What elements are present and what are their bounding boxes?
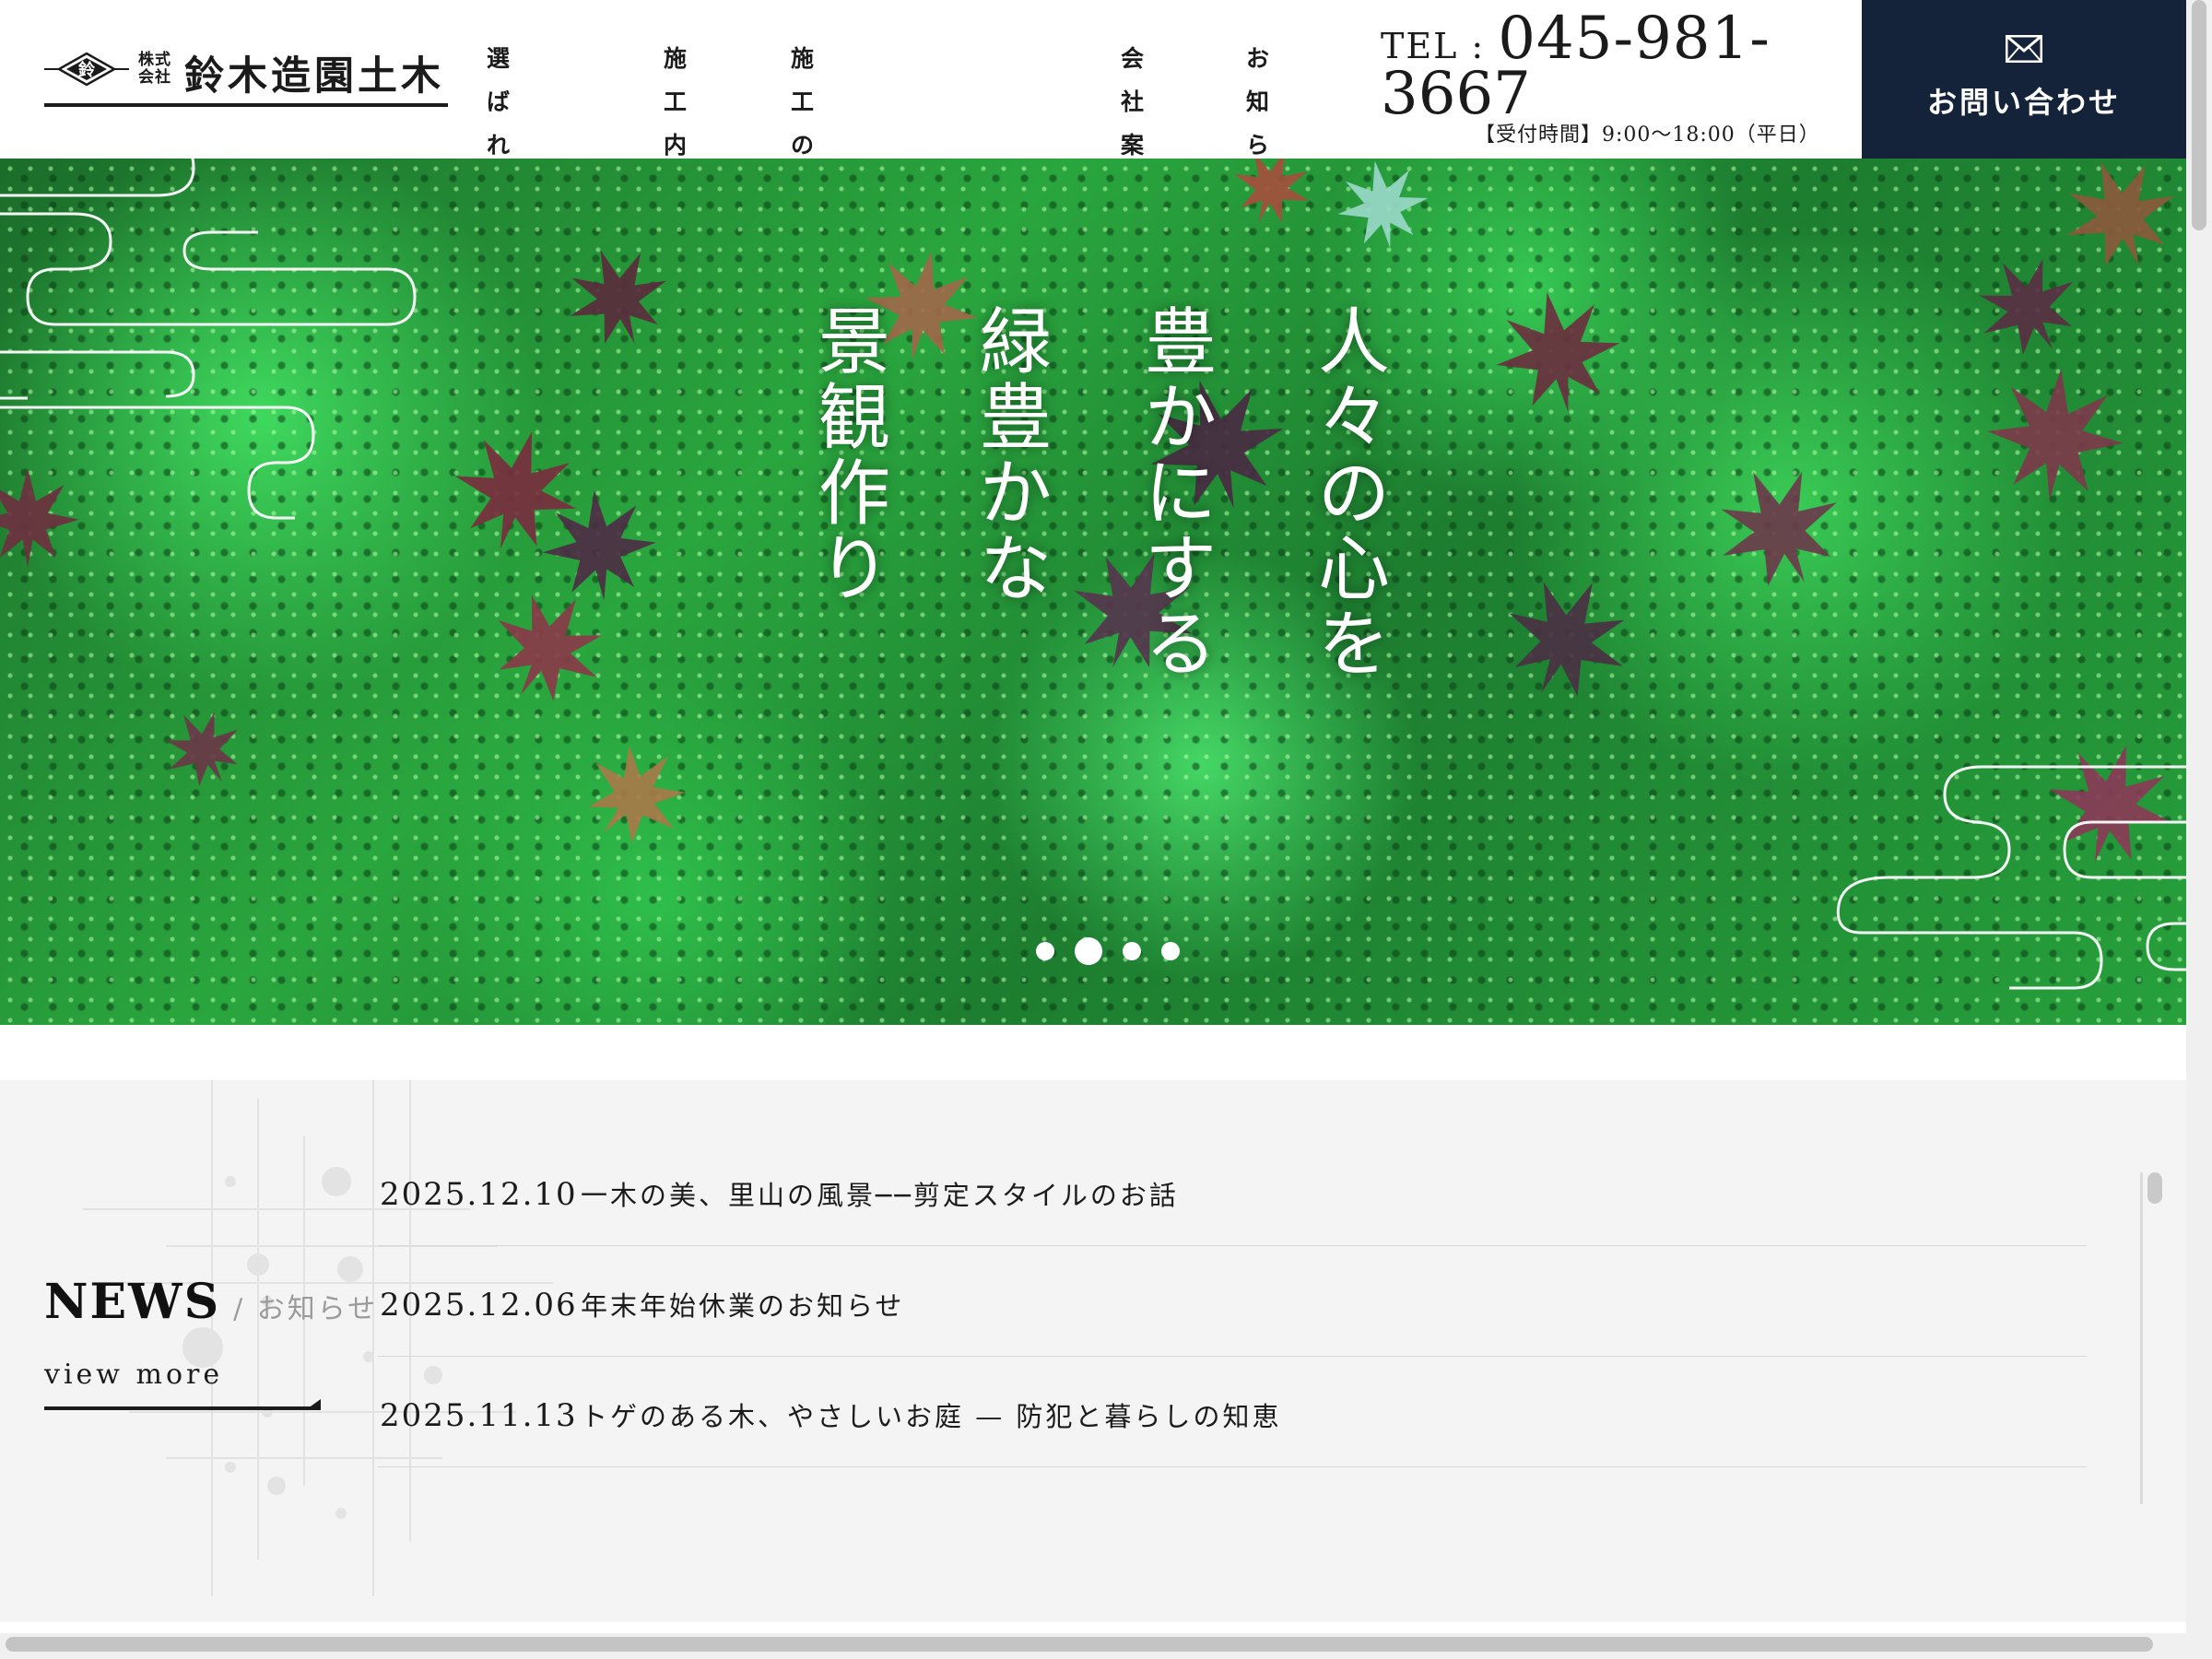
- maple-leaf: [2047, 159, 2186, 286]
- hero-copy-glyph: 緑: [979, 301, 1052, 384]
- nav-label-line1: 会社案: [1121, 45, 1147, 159]
- hero-copy-glyph: す: [1144, 527, 1217, 611]
- news-item-title: トゲのある木、やさしいお庭 — 防犯と暮らしの知恵: [581, 1401, 1282, 1432]
- news-item-title: 一木の美、里山の風景──剪定スタイルのお話: [581, 1180, 1179, 1211]
- tel-number-part1: 045-981-: [1498, 5, 1771, 73]
- hero-copy-col-4: 景観作り: [804, 301, 905, 611]
- slider-dot[interactable]: [1036, 942, 1054, 960]
- maple-leaf: [1958, 237, 2098, 375]
- arrow-tip-icon: [308, 1399, 321, 1408]
- slider-dot-active[interactable]: [1075, 937, 1102, 965]
- news-item[interactable]: 2025.11.13 トゲのある木、やさしいお庭 — 防犯と暮らしの知恵: [378, 1357, 2087, 1467]
- slider-pagination: [1029, 933, 1180, 970]
- news-date: 2025.12.06: [380, 1287, 578, 1324]
- logo-corp-line2: 会社: [138, 68, 171, 87]
- news-item-title: 年末年始休業のお知らせ: [581, 1290, 905, 1322]
- hero-copy-col-3: 緑豊かな: [965, 301, 1066, 611]
- news-date: 2025.12.10: [380, 1176, 578, 1213]
- hero-copy-glyph: る: [1144, 603, 1217, 687]
- mail-icon: [2006, 35, 2042, 63]
- news-heading: NEWS: [44, 1274, 221, 1330]
- maple-leaf: [2034, 728, 2186, 879]
- news-item[interactable]: 2025.12.06 年末年始休業のお知らせ: [378, 1246, 2087, 1357]
- maple-leaf: [1696, 445, 1862, 609]
- news-scroll-track: [2140, 1172, 2143, 1504]
- hero-copy-col-1: 人々の心を: [1303, 301, 1405, 687]
- hero-copy-glyph: り: [818, 527, 890, 611]
- maple-leaf: [1485, 281, 1630, 423]
- hero-copy-glyph: 豊: [1144, 301, 1217, 384]
- hero-copy-glyph: に: [1144, 452, 1217, 535]
- logo-corp-line1: 株式: [138, 51, 171, 69]
- tel-hours: 【受付時間】9:00〜18:00（平日）: [1475, 124, 1820, 147]
- maple-leaf: [564, 723, 708, 866]
- tel-number-part2: 3667: [1381, 60, 1531, 128]
- view-more-link[interactable]: view more: [44, 1359, 223, 1391]
- news-item[interactable]: 2025.12.10 一木の美、里山の風景──剪定スタイルのお話: [378, 1135, 2087, 1246]
- maple-leaf: [1220, 159, 1324, 237]
- page-vertical-scrollbar[interactable]: [2186, 0, 2212, 1659]
- maple-leaf: [1329, 159, 1436, 256]
- contact-button-label: お問い合わせ: [1926, 85, 2121, 120]
- maple-leaf: [440, 415, 593, 566]
- news-section: NEWS / お知らせ view more 2025.12.10 一木の美、里山の…: [0, 1080, 2186, 1622]
- hero-copy-col-2: 豊かにする: [1130, 301, 1231, 687]
- logo-corp-type: 株式 会社: [138, 52, 175, 87]
- hero-slideshow: 人々の心を 豊かにする 緑豊かな 景観作り: [0, 159, 2186, 1025]
- nav-label-line1: お知ら: [1246, 45, 1273, 159]
- hero-copy-glyph: 々: [1317, 376, 1390, 460]
- hero-copy-glyph: 観: [818, 376, 890, 460]
- logo-underline: [44, 103, 448, 107]
- contact-button[interactable]: お問い合わせ: [1862, 0, 2186, 159]
- hero-copy-glyph: 豊: [979, 376, 1052, 460]
- site-header: 鈴 株式 会社 鈴木造園土木 選ばれる理 由 施工内 容 施工の流れ / よくあ…: [0, 0, 2186, 548]
- maple-leaf: [552, 232, 683, 361]
- slider-dot[interactable]: [1161, 942, 1180, 960]
- logo-emblem-icon: 鈴: [44, 52, 129, 87]
- news-subheading: / お知らせ: [233, 1293, 379, 1325]
- hero-decoration: [0, 159, 2186, 990]
- logo-mark-glyph: 鈴: [78, 60, 96, 80]
- news-title: NEWS / お知らせ: [44, 1274, 378, 1330]
- hero-copy-glyph: を: [1317, 603, 1390, 687]
- maple-leaf: [1484, 556, 1650, 720]
- news-date: 2025.11.13: [380, 1397, 578, 1434]
- slider-dot[interactable]: [1123, 942, 1141, 960]
- hero-copy-glyph: か: [1144, 376, 1217, 460]
- page-horizontal-scroll-thumb[interactable]: [6, 1637, 2153, 1652]
- news-scrollbar-thumb[interactable]: [2147, 1172, 2162, 1204]
- maple-leaves: [0, 159, 2186, 879]
- hero-copy-glyph: 人: [1317, 301, 1390, 384]
- hero-copy-glyph: 景: [818, 301, 890, 384]
- maple-leaf: [148, 694, 257, 803]
- company-logo[interactable]: 鈴 株式 会社 鈴木造園土木: [44, 44, 450, 111]
- cloud-ornament-left: [0, 159, 417, 520]
- maple-leaf: [1981, 362, 2130, 508]
- news-list: 2025.12.10 一木の美、里山の風景──剪定スタイルのお話 2025.12…: [378, 1135, 2087, 1467]
- hero-copy-glyph: 心: [1317, 527, 1390, 611]
- page-vertical-scroll-thumb[interactable]: [2192, 0, 2206, 230]
- company-name: 鈴木造園土木: [184, 53, 444, 100]
- hero-copy-glyph: な: [979, 527, 1052, 611]
- hero-copy-glyph: か: [979, 452, 1052, 535]
- hero-copy-glyph: の: [1317, 452, 1390, 535]
- nav-label-line1: 施工内: [664, 45, 690, 159]
- view-more-underline: [44, 1406, 321, 1410]
- hero-copy-glyph: 作: [818, 452, 890, 535]
- maple-leaf: [0, 468, 79, 568]
